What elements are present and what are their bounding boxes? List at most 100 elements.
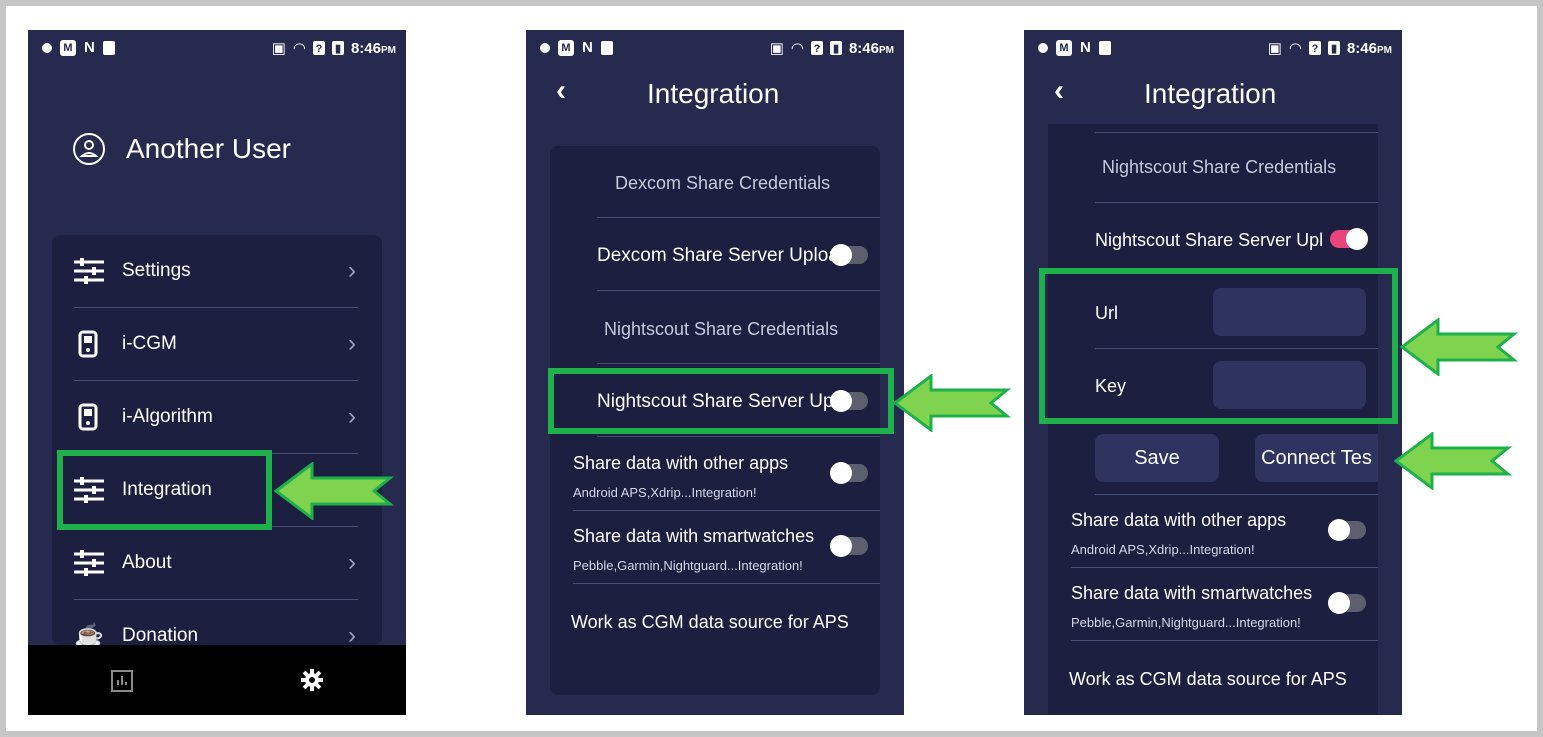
back-chevron-icon[interactable]: ‹ bbox=[556, 74, 566, 108]
nightscout-upload-label: Nightscout Share Server Upl bbox=[1095, 230, 1324, 250]
menu-item-i-cgm[interactable]: i-CGM › bbox=[52, 308, 382, 380]
data-saver-icon bbox=[1038, 42, 1048, 53]
battery-icon: ▮ bbox=[829, 41, 842, 55]
green-arrow-icon bbox=[1400, 318, 1518, 376]
divider bbox=[1095, 202, 1378, 203]
dexcom-upload-label: Dexcom Share Server Uploa bbox=[597, 245, 837, 266]
share-watch-sublabel: Pebble,Garmin,Nightguard...Integration! bbox=[1071, 615, 1301, 630]
menu-item-i-algorithm[interactable]: i-Algorithm › bbox=[52, 381, 382, 453]
divider bbox=[597, 217, 880, 218]
save-button[interactable]: Save bbox=[1095, 434, 1219, 482]
clock: 8:46 bbox=[1346, 39, 1377, 57]
divider bbox=[597, 363, 880, 364]
wifi-icon: ◠ bbox=[790, 40, 804, 57]
chevron-right-icon: › bbox=[348, 330, 356, 357]
app-icon: M bbox=[60, 39, 76, 56]
share-apps-sublabel: Android APS,Xdrip...Integration! bbox=[573, 485, 757, 500]
nightscout-upload-toggle[interactable] bbox=[1330, 228, 1368, 250]
share-watch-sublabel: Pebble,Garmin,Nightguard...Integration! bbox=[573, 558, 803, 573]
status-bar: M N ▣ ◠ ? ▮ 8:46PM bbox=[1024, 30, 1402, 66]
share-apps-label: Share data with other apps bbox=[1071, 510, 1287, 530]
menu-item-settings[interactable]: Settings › bbox=[52, 235, 382, 307]
menu-item-label: Donation bbox=[122, 625, 199, 646]
divider bbox=[1095, 494, 1378, 495]
signal-icon: ? bbox=[312, 41, 325, 55]
chevron-right-icon: › bbox=[348, 403, 356, 430]
menu-item-about[interactable]: About › bbox=[52, 527, 382, 599]
green-arrow-icon bbox=[1394, 432, 1512, 490]
user-avatar-icon bbox=[73, 133, 105, 165]
share-watch-toggle[interactable] bbox=[1328, 592, 1366, 614]
menu-item-label: Settings bbox=[122, 260, 191, 281]
app-icon: M bbox=[1056, 39, 1072, 56]
user-header[interactable]: Another User bbox=[72, 132, 291, 166]
share-watch-toggle[interactable] bbox=[830, 535, 868, 557]
sensor-icon bbox=[78, 330, 98, 358]
share-watch-label: Share data with smartwatches bbox=[573, 526, 815, 546]
cast-icon: ▣ bbox=[1267, 40, 1282, 57]
clock-ampm: PM bbox=[381, 44, 396, 56]
nfc-icon: N bbox=[84, 39, 95, 56]
menu-item-label: i-CGM bbox=[122, 333, 177, 354]
share-apps-label: Share data with other apps bbox=[573, 453, 789, 473]
app-icon: M bbox=[558, 39, 574, 56]
divider bbox=[1071, 567, 1378, 568]
data-saver-icon bbox=[42, 42, 52, 53]
page-title: Integration bbox=[1144, 78, 1277, 109]
share-watch-label: Share data with smartwatches bbox=[1071, 583, 1313, 603]
signal-icon: ? bbox=[810, 41, 823, 55]
sliders-icon bbox=[74, 258, 104, 284]
data-saver-icon bbox=[540, 42, 550, 53]
connect-test-button[interactable]: Connect Tes bbox=[1255, 434, 1378, 482]
divider bbox=[597, 436, 880, 437]
highlight-box-nightscout-upload bbox=[548, 368, 894, 434]
highlight-box-integration bbox=[57, 450, 272, 530]
clock: 8:46 bbox=[848, 39, 879, 57]
battery-icon: ▮ bbox=[331, 41, 344, 55]
nightscout-credentials-header[interactable]: Nightscout Share Credentials bbox=[1102, 157, 1336, 178]
divider bbox=[1071, 640, 1378, 641]
chart-tab-icon[interactable] bbox=[110, 669, 134, 693]
cgm-source-label[interactable]: Work as CGM data source for APS bbox=[571, 612, 849, 633]
sd-card-icon bbox=[1098, 40, 1111, 55]
clock-ampm: PM bbox=[1377, 44, 1392, 56]
cgm-source-label[interactable]: Work as CGM data source for APS bbox=[1069, 669, 1347, 690]
chevron-right-icon: › bbox=[348, 257, 356, 284]
clock: 8:46 bbox=[350, 39, 381, 57]
chevron-right-icon: › bbox=[348, 549, 356, 576]
battery-icon: ▮ bbox=[1327, 41, 1340, 55]
cast-icon: ▣ bbox=[271, 40, 286, 57]
menu-item-label: About bbox=[122, 552, 172, 573]
status-bar: M N ▣ ◠ ? ▮ 8:46PM bbox=[28, 30, 406, 66]
menu-item-label: i-Algorithm bbox=[122, 406, 213, 427]
gear-tab-icon[interactable] bbox=[300, 668, 324, 692]
divider bbox=[573, 510, 880, 511]
sensor-icon bbox=[78, 403, 98, 431]
green-arrow-icon bbox=[893, 374, 1011, 432]
phone-screen-menu: M N ▣ ◠ ? ▮ 8:46PM Another User Settings… bbox=[28, 30, 406, 715]
sliders-icon bbox=[74, 550, 104, 576]
nfc-icon: N bbox=[1080, 39, 1091, 56]
user-name: Another User bbox=[126, 133, 291, 164]
back-chevron-icon[interactable]: ‹ bbox=[1054, 74, 1064, 108]
sd-card-icon bbox=[102, 40, 115, 55]
status-bar: M N ▣ ◠ ? ▮ 8:46PM bbox=[526, 30, 904, 66]
dexcom-upload-toggle[interactable] bbox=[830, 244, 868, 266]
bottom-nav bbox=[28, 645, 406, 715]
cast-icon: ▣ bbox=[769, 40, 784, 57]
share-apps-toggle[interactable] bbox=[830, 462, 868, 484]
share-apps-toggle[interactable] bbox=[1328, 519, 1366, 541]
green-arrow-icon bbox=[274, 462, 394, 520]
signal-icon: ? bbox=[1308, 41, 1321, 55]
dexcom-credentials-header[interactable]: Dexcom Share Credentials bbox=[615, 173, 830, 194]
nightscout-credentials-header[interactable]: Nightscout Share Credentials bbox=[604, 319, 838, 340]
clock-ampm: PM bbox=[879, 44, 894, 56]
divider bbox=[597, 290, 880, 291]
wifi-icon: ◠ bbox=[1288, 40, 1302, 57]
page-title: Integration bbox=[647, 78, 780, 109]
divider bbox=[1095, 132, 1378, 133]
share-apps-sublabel: Android APS,Xdrip...Integration! bbox=[1071, 542, 1255, 557]
menu-card: Settings › i-CGM › i-Algorithm › Integra… bbox=[52, 235, 382, 650]
sd-card-icon bbox=[600, 40, 613, 55]
divider bbox=[573, 583, 880, 584]
